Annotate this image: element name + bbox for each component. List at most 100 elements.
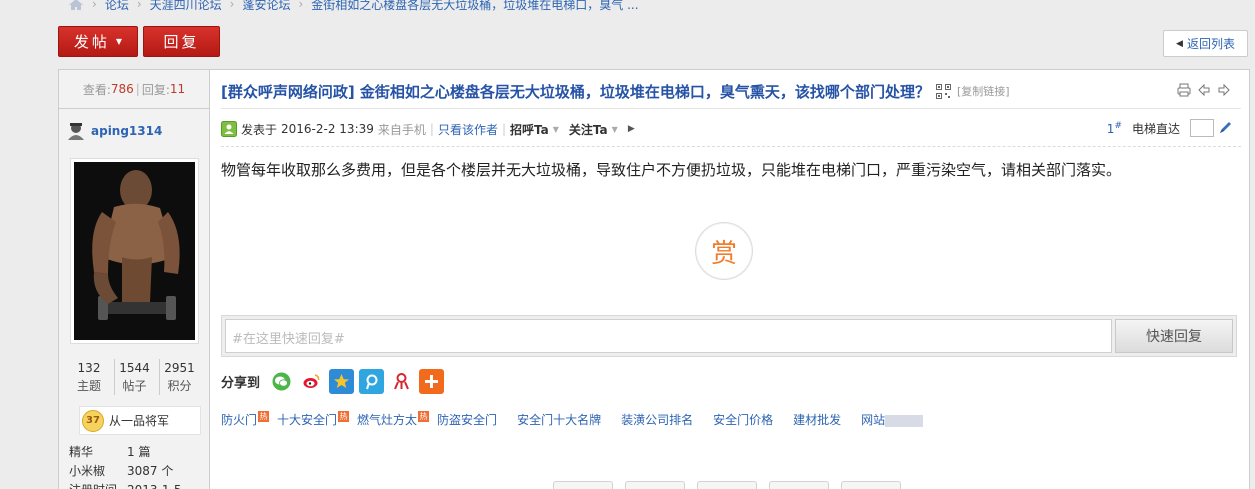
new-post-label: 发帖 [73,33,110,51]
more-share-icon[interactable] [419,369,445,394]
only-author-link[interactable]: 只看该作者 [438,121,498,138]
ad-link-text: 燃气灶方太 [357,413,418,427]
post-action-button[interactable] [625,481,685,489]
author-rank: 37 从一品将军 [79,406,201,435]
print-icon[interactable] [1177,83,1191,97]
pencil-icon[interactable] [1217,120,1233,136]
ad-link-text: 防火门 [221,413,258,427]
ad-link[interactable]: 十大安全门热 [277,411,350,428]
back-to-list-button[interactable]: ◀ 返回列表 [1163,30,1248,57]
floor-jump-input[interactable] [1190,119,1214,137]
meta-separator: | [429,122,434,136]
greet-button[interactable]: 招呼Ta [510,121,549,138]
reply-label: 回复 [163,33,200,51]
posted-time: 2016-2-2 13:39 [281,122,374,136]
breadcrumb-separator: › [298,0,304,11]
post-action-button[interactable] [841,481,901,489]
floor-controls: 1# 电梯直达 [1107,119,1233,137]
wechat-icon[interactable] [269,369,295,394]
meta-separator: | [501,122,507,136]
ad-link[interactable]: 防盗安全门 [437,411,497,428]
views-label: 查看: [82,82,111,97]
title-divider [221,108,1241,109]
qzone-icon[interactable] [329,369,355,394]
user-status-icon [68,123,84,140]
author-username[interactable]: aping1314 [91,124,162,138]
renren-icon[interactable] [389,369,415,394]
triangle-right-icon[interactable]: ▶ [628,124,635,134]
rank-badge: 37 [82,409,104,432]
author-info-row: 精华 1 篇 [69,443,181,462]
triangle-left-icon: ◀ [1176,38,1183,49]
share-label: 分享到 [221,376,261,391]
next-thread-icon[interactable] [1217,83,1231,97]
previous-thread-icon[interactable] [1197,83,1211,97]
title-tools [1177,83,1231,97]
quick-reply-button[interactable]: 快速回复 [1115,319,1233,353]
author-info: 精华 1 篇 小米椒 3087 个 注册时间 2013-1-5 [69,443,181,489]
replies-count: 11 [169,82,186,96]
author-stat-topics[interactable]: 132 主题 [69,359,109,395]
floor-number[interactable]: 1# [1107,121,1122,136]
ad-link[interactable]: 安全门十大名牌 [517,411,601,428]
post-action-button[interactable] [769,481,829,489]
ad-link[interactable]: 燃气灶方太热 [357,411,430,428]
follow-button[interactable]: 关注Ta [569,121,608,138]
back-to-list-label: 返回列表 [1186,37,1235,51]
new-post-button[interactable]: 发帖 ▼ [58,26,138,57]
floor-number-suffix: # [1114,120,1122,131]
ad-link[interactable]: 防火门热 [221,411,270,428]
home-icon[interactable] [68,0,84,11]
author-stat-value: 2951 [164,361,195,375]
rank-title: 从一品将军 [109,414,170,428]
chevron-down-icon: ▼ [552,124,559,134]
quick-reply-box: #在这里快速回复# 快速回复 [221,315,1237,357]
ad-link[interactable]: 建材批发 [793,411,841,428]
views-count: 786 [110,82,134,96]
breadcrumb-current[interactable]: 金街相如之心楼盘各层无大垃圾桶，垃圾堆在电梯口，臭气 ... [311,0,638,13]
thread-title: [群众呼声网络问政] 金街相如之心楼盘各层无大垃圾桶，垃圾堆在电梯口，臭气熏天，… [221,82,930,101]
ad-link-text: 网站 [861,413,886,427]
breadcrumb-item-sichuan[interactable]: 天涯四川论坛 [150,0,222,13]
thread-stats: 查看: 786 | 回复: 11 [59,70,209,109]
elevator-label: 电梯直达 [1131,121,1180,136]
meta-divider [221,146,1241,147]
breadcrumb-item-forum[interactable]: 论坛 [105,0,129,13]
breadcrumb: › 论坛 › 天涯四川论坛 › 蓬安论坛 › 金街相如之心楼盘各层无大垃圾桶，垃… [68,0,639,13]
author-stat-posts[interactable]: 1544 帖子 [114,359,154,395]
weibo-icon[interactable] [299,369,325,394]
reply-button[interactable]: 回复 [143,26,220,57]
author-stat-label: 主题 [76,379,101,393]
post-action-buttons [553,481,901,489]
author-info-key: 小米椒 [69,464,106,478]
breadcrumb-separator: › [136,0,142,11]
chevron-down-icon: ▼ [611,124,618,134]
avatar[interactable] [70,158,199,344]
chevron-down-icon: ▼ [115,37,123,46]
author-stat-points[interactable]: 2951 积分 [159,359,199,395]
avatar-image [74,162,195,340]
ad-links: 防火门热 十大安全门热 燃气灶方太热 防盗安全门 安全门十大名牌 装潢公司排名 … [221,411,924,428]
hot-badge: 热 [258,411,270,422]
thread-title-row: [群众呼声网络问政] 金街相如之心楼盘各层无大垃圾桶，垃圾堆在电梯口，臭气熏天，… [221,79,1241,103]
author-stat-value: 132 [77,361,101,375]
tencent-weibo-icon[interactable] [359,369,385,394]
post-frame: 查看: 786 | 回复: 11 aping1314 132 主题 1544 帖… [58,69,1250,489]
ad-link[interactable]: 装潢公司排名 [621,411,693,428]
qr-code-icon[interactable] [935,83,951,99]
reward-label: 赏 [710,238,737,269]
reward-button[interactable]: 赏 [695,222,753,280]
post-action-button[interactable] [553,481,613,489]
copy-link-button[interactable]: [复制链接] [957,83,1010,99]
post-action-button[interactable] [697,481,757,489]
author-stat-label: 积分 [167,379,192,393]
quick-reply-input[interactable]: #在这里快速回复# [225,319,1112,353]
stats-separator: | [135,82,140,96]
online-status-icon [221,121,237,137]
author-info-key: 注册时间 [69,481,127,489]
ad-link[interactable]: 安全门价格 [713,411,773,428]
ad-link-last[interactable]: 网站 [861,411,924,428]
author-info-value: 3087 个 [127,464,174,478]
breadcrumb-item-pengan[interactable]: 蓬安论坛 [242,0,290,13]
post-body: 物管每年收取那么多费用，但是各个楼层并无大垃圾桶，导致住户不方便扔垃圾，只能堆在… [221,161,1122,179]
